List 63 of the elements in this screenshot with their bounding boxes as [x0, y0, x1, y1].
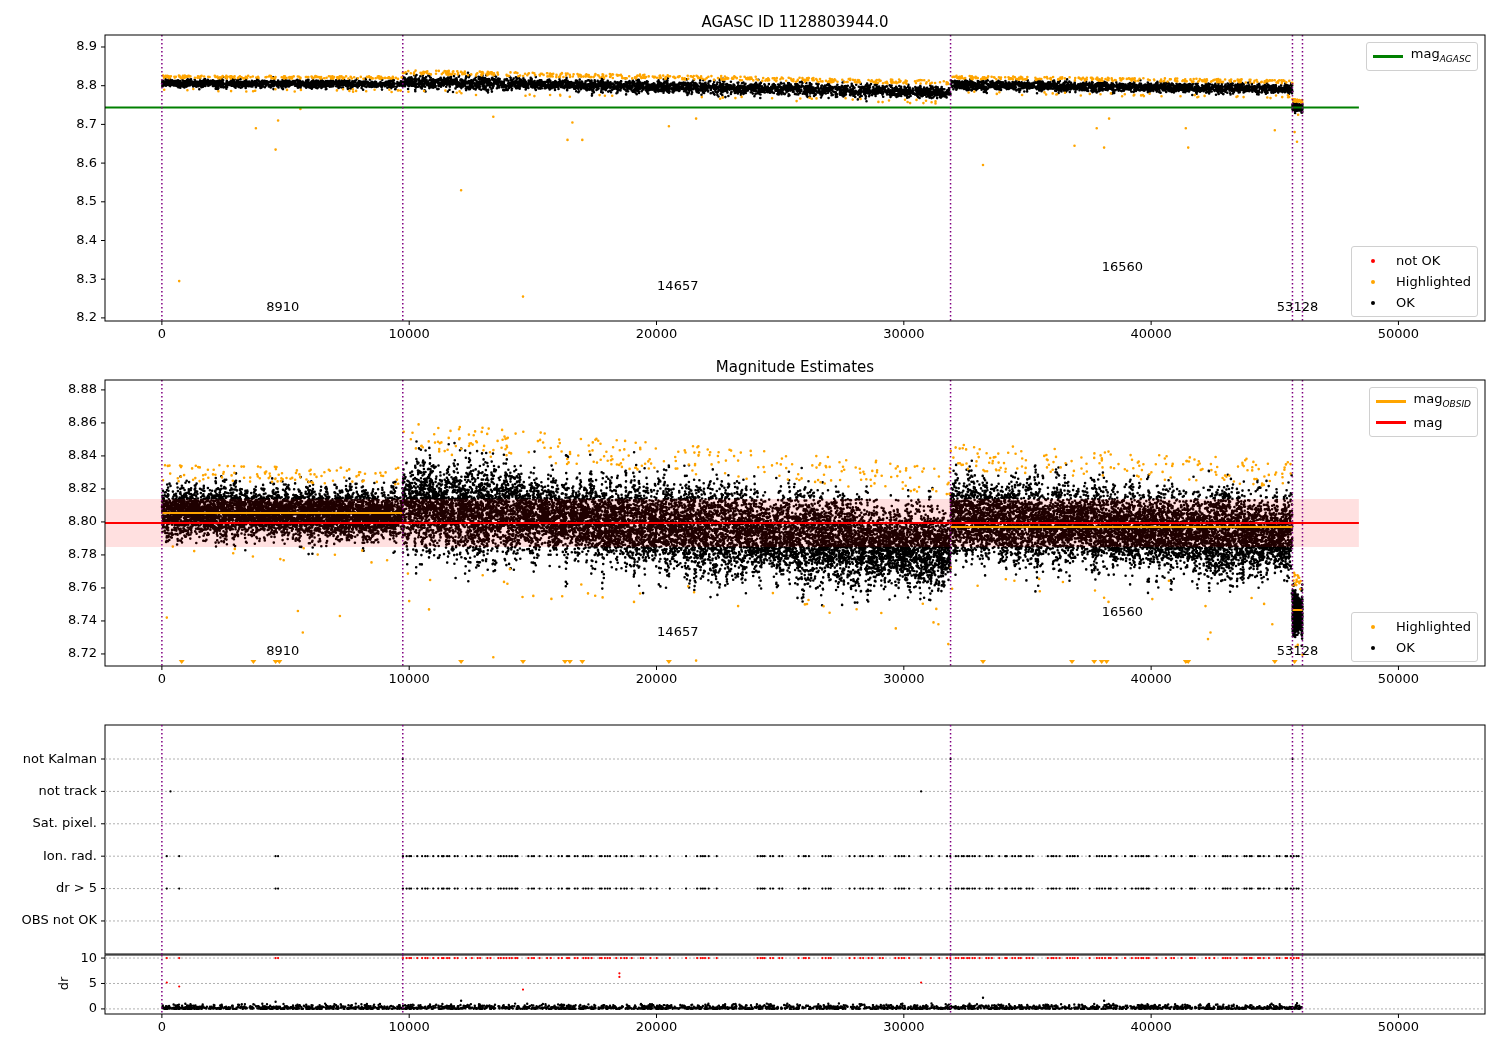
- tick-label: 8.82: [68, 480, 97, 496]
- obsid-label: 14657: [657, 278, 699, 294]
- tick-label: 8.76: [68, 579, 97, 595]
- obsid-label: 8910: [266, 298, 300, 314]
- tick-label: 8.7: [76, 115, 97, 131]
- tick-label: dr > 5: [55, 880, 97, 896]
- tick-label: 8.6: [76, 154, 97, 170]
- tick-label: 8.5: [76, 193, 97, 209]
- tick-label: not Kalman: [22, 750, 97, 766]
- tick-label: 8.4: [76, 232, 97, 247]
- tick-label: Sat. pixel.: [32, 815, 97, 831]
- obsid-label: 8910: [266, 643, 300, 659]
- legend-label: mag: [1413, 414, 1443, 431]
- tick-label: 8.80: [68, 513, 97, 529]
- legend-label: mag$_{OBSID}$: [1413, 391, 1471, 411]
- obsid-label: 16560: [1101, 604, 1144, 620]
- chart-title: AGASC ID 1128803944.0: [701, 13, 889, 31]
- tick-label: 8.88: [68, 381, 97, 397]
- tick-label: 10000: [388, 671, 430, 686]
- legend-label: OK: [1396, 294, 1415, 311]
- obsid-label: 14657: [657, 624, 699, 639]
- tick-label: 0: [157, 671, 166, 686]
- axis-label: dr: [56, 976, 71, 991]
- tick-label: 20000: [635, 671, 678, 686]
- tick-label: 10000: [388, 326, 430, 341]
- tick-label: not track: [38, 782, 97, 798]
- tick-label: 50000: [1377, 671, 1420, 686]
- tick-label: 8.2: [76, 309, 97, 325]
- tick-label: 0: [157, 326, 166, 341]
- tick-label: 8.78: [68, 546, 97, 562]
- tick-label: 20000: [635, 326, 678, 341]
- tick-label: 8.9: [76, 38, 97, 54]
- tick-label: 10: [80, 949, 97, 965]
- tick-label: 8.72: [68, 645, 97, 661]
- obsid-label: 53128: [1276, 643, 1319, 659]
- tick-label: 40000: [1130, 671, 1172, 686]
- tick-label: 30000: [883, 671, 925, 686]
- tick-label: Ion. rad.: [43, 847, 97, 863]
- tick-label: 8.3: [76, 270, 97, 286]
- legend-label: OK: [1396, 639, 1415, 656]
- tick-label: 10000: [388, 1019, 430, 1034]
- tick-label: 30000: [883, 1019, 925, 1034]
- legend-label: not OK: [1396, 252, 1441, 269]
- tick-label: 40000: [1130, 1019, 1172, 1034]
- legend-label: Highlighted: [1396, 273, 1471, 290]
- tick-label: 5: [88, 975, 97, 990]
- chart-title: Magnitude Estimates: [715, 358, 875, 376]
- tick-label: 50000: [1377, 326, 1420, 341]
- tick-label: 50000: [1377, 1019, 1420, 1034]
- tick-label: 30000: [883, 326, 925, 341]
- tick-label: 8.74: [68, 612, 97, 628]
- obsid-label: 16560: [1101, 258, 1144, 274]
- obsid-label: 53128: [1276, 298, 1319, 314]
- tick-label: 0: [88, 1000, 97, 1016]
- tick-label: OBS not OK: [21, 912, 97, 928]
- tick-label: 8.8: [76, 77, 97, 93]
- legend-label: Highlighted: [1396, 618, 1471, 635]
- tick-label: 20000: [635, 1019, 678, 1034]
- tick-label: 8.84: [68, 447, 97, 463]
- tick-label: 40000: [1130, 326, 1172, 341]
- tick-label: 0: [157, 1019, 166, 1034]
- legend-label: mag$_{AGASC}$: [1410, 46, 1471, 66]
- tick-label: 8.86: [68, 414, 97, 430]
